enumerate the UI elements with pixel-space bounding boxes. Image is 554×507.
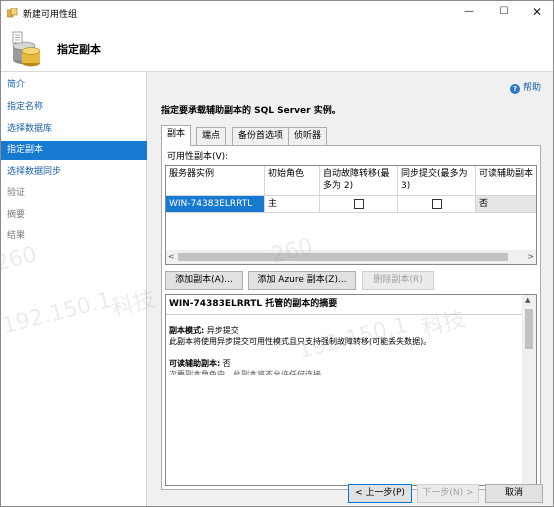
previous-button[interactable]: < 上一步(P) (348, 484, 412, 503)
scroll-up-icon[interactable]: ▲ (525, 296, 530, 304)
col-header-server[interactable]: 服务器实例 (166, 166, 265, 196)
close-icon[interactable]: ✕ (520, 1, 553, 25)
summary-body: 副本模式: 异步提交 此副本将使用异步提交可用性模式且只支持强制故障转移(可能丢… (169, 325, 521, 375)
add-replica-button[interactable]: 添加副本(A)... (165, 271, 243, 290)
col-header-label: 初始角色 (268, 169, 305, 179)
sidebar-item-select-databases[interactable]: 选择数据库 (1, 120, 147, 139)
add-azure-replica-button[interactable]: 添加 Azure 副本(Z)... (248, 271, 356, 290)
wizard-sidebar: 简介 指定名称 选择数据库 指定副本 选择数据同步 验证 摘要 结果 (1, 72, 147, 506)
col-header-label: 自动故障转移(最多为 2) (323, 169, 390, 191)
col-header-label: 可读辅助副本 (479, 169, 534, 179)
sidebar-item-results: 结果 (7, 231, 26, 241)
help-label: 帮助 (523, 83, 542, 93)
tab-listener[interactable]: 侦听器 (288, 127, 328, 145)
summary-readable-label: 可读辅助副本: (169, 359, 221, 368)
tab-backup-preferences[interactable]: 备份首选项 (232, 127, 290, 145)
availability-group-wizard-icon (12, 31, 41, 67)
title-bar: 新建可用性组 — ☐ ✕ (1, 1, 553, 25)
summary-readable-value: 否 (222, 359, 231, 368)
cancel-button[interactable]: 取消 (485, 484, 543, 503)
minimize-icon[interactable]: — (452, 1, 486, 25)
cell-auto-failover (320, 196, 398, 213)
col-header-label: 服务器实例 (169, 169, 215, 179)
col-header-role[interactable]: 初始角色 (265, 166, 320, 196)
window-app-icon (7, 8, 18, 18)
cell-server-instance[interactable]: WIN-74383ELRRTL (166, 196, 265, 213)
col-header-label: 同步提交(最多为 3) (401, 169, 468, 191)
maximize-icon[interactable]: ☐ (487, 1, 521, 25)
horizontal-scrollbar[interactable]: < > (166, 250, 536, 264)
remove-replica-button[interactable]: 删除副本(R) (362, 271, 434, 290)
summary-mode-label: 副本模式: (169, 326, 205, 335)
sidebar-item-intro[interactable]: 简介 (1, 76, 147, 95)
window-title: 新建可用性组 (23, 10, 78, 20)
readable-secondary-dropdown[interactable]: 否 (476, 196, 536, 213)
sidebar-item-specify-name[interactable]: 指定名称 (1, 98, 147, 117)
replicas-label: 可用性副本(V): (167, 152, 229, 162)
replicas-grid: 服务器实例 初始角色 自动故障转移(最多为 2) 同步提交(最多为 3) 可读辅… (165, 165, 537, 265)
scrollbar-thumb[interactable] (525, 309, 533, 349)
auto-failover-checkbox[interactable] (353, 199, 364, 209)
summary-mode-line: 副本模式: 异步提交 (169, 325, 521, 336)
page-title: 指定副本 (57, 43, 101, 56)
scroll-right-icon[interactable]: > (527, 250, 534, 264)
sidebar-item-validation: 验证 (7, 188, 26, 198)
replicas-tab-panel: 可用性副本(V): 服务器实例 初始角色 自动故障转移(最多为 2) 同步提交(… (161, 145, 541, 490)
wizard-window: 新建可用性组 — ☐ ✕ 指定副本 简介 指定名称 选择数据库 指定副本 选择数… (0, 0, 554, 507)
col-header-auto-failover[interactable]: 自动故障转移(最多为 2) (320, 166, 398, 196)
sidebar-item-summary: 摘要 (7, 210, 26, 220)
help-icon: ? (510, 84, 520, 94)
cell-sync-commit (398, 196, 476, 213)
sidebar-item-specify-replicas[interactable]: 指定副本 (1, 141, 147, 160)
tab-endpoints[interactable]: 端点 (196, 127, 227, 145)
sync-commit-checkbox[interactable] (431, 199, 442, 209)
col-header-sync-commit[interactable]: 同步提交(最多为 3) (398, 166, 476, 196)
sidebar-item-data-sync[interactable]: 选择数据同步 (1, 163, 147, 182)
cell-initial-role: 主 (265, 196, 320, 213)
col-header-readable[interactable]: 可读辅助副本 (476, 166, 536, 196)
summary-mode-desc: 此副本将使用异步提交可用性模式且只支持强制故障转移(可能丢失数据)。 (169, 337, 432, 346)
help-link[interactable]: ? 帮助 (510, 80, 541, 94)
summary-title: WIN-74383ELRRTL 托管的副本的摘要 (166, 295, 522, 315)
scrollbar-thumb[interactable] (178, 253, 508, 261)
summary-readable-desc: 次要副本角色中，此副本将不允许任何连接。 (169, 370, 329, 375)
next-button[interactable]: 下一步(N) > (417, 484, 479, 503)
replica-summary-panel: WIN-74383ELRRTL 托管的副本的摘要 副本模式: 异步提交 此副本将… (165, 294, 537, 486)
main-content: ? 帮助 指定要承载辅助副本的 SQL Server 实例。 副本 端点 备份首选… (148, 72, 553, 506)
instruction-text: 指定要承载辅助副本的 SQL Server 实例。 (161, 106, 341, 116)
tab-replicas[interactable]: 副本 (161, 125, 192, 146)
page-header: 指定副本 (1, 25, 553, 72)
summary-mode-value: 异步提交 (206, 326, 239, 335)
summary-readable-line: 可读辅助副本: 否 (169, 358, 521, 369)
vertical-scrollbar[interactable]: ▲ (522, 295, 536, 485)
scroll-left-icon[interactable]: < (168, 250, 175, 264)
